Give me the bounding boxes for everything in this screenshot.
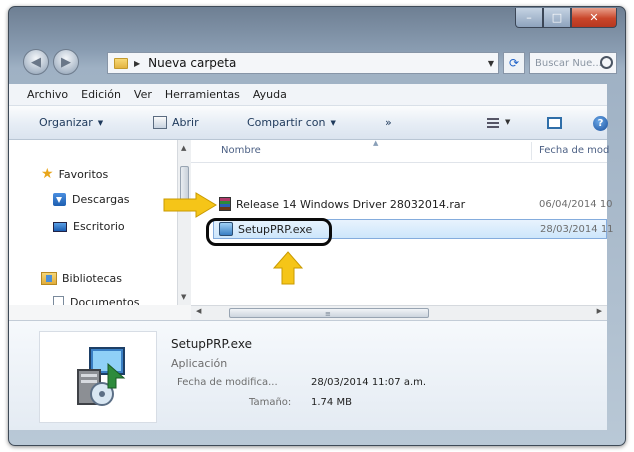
scroll-corner	[9, 305, 191, 320]
scroll-thumb[interactable]: ≡	[229, 308, 429, 318]
nav-label: Bibliotecas	[62, 272, 123, 285]
sort-indicator-icon: ▲	[373, 139, 379, 147]
menu-ver[interactable]: Ver	[134, 88, 152, 101]
more-commands-button[interactable]: »	[385, 116, 392, 129]
folder-icon	[114, 57, 128, 69]
details-size-value: 1.74 MB	[311, 397, 352, 408]
nav-item-libraries[interactable]: Bibliotecas	[41, 272, 122, 285]
chevron-down-icon[interactable]: ▼	[488, 59, 494, 68]
downloads-icon	[53, 193, 66, 206]
open-icon	[153, 116, 167, 129]
chevron-down-icon: ▼	[330, 118, 336, 127]
details-modified-value: 28/03/2014 11:07 a.m.	[311, 377, 427, 388]
back-button[interactable]: ◀	[23, 49, 49, 75]
address-bar[interactable]: ▶ Nueva carpeta ▼	[107, 52, 499, 74]
share-button[interactable]: Compartir con ▼	[247, 116, 336, 129]
details-size-label: Tamaño:	[249, 397, 292, 408]
nav-label: Escritorio	[73, 220, 125, 233]
navigation-pane: ★ Favoritos Descargas Escritorio Bibliot…	[9, 140, 191, 309]
menu-ayuda[interactable]: Ayuda	[253, 88, 287, 101]
menu-archivo[interactable]: Archivo	[27, 88, 68, 101]
file-date: 06/04/2014 10	[539, 198, 613, 210]
search-icon[interactable]	[600, 56, 613, 69]
maximize-button[interactable]: □	[543, 8, 571, 28]
preview-pane-icon[interactable]	[547, 117, 562, 129]
star-icon: ★	[41, 166, 54, 182]
nav-item-favorites[interactable]: ★ Favoritos	[41, 166, 108, 182]
navigation-row: ◀ ▶ ▶ Nueva carpeta ▼ ⟳ Buscar Nue...	[19, 47, 617, 77]
search-input[interactable]: Buscar Nue...	[529, 52, 617, 74]
nav-label: Favoritos	[58, 167, 109, 181]
minimize-button[interactable]: –	[515, 8, 543, 28]
address-path[interactable]: Nueva carpeta	[148, 56, 236, 70]
details-file-name: SetupPRP.exe	[171, 337, 252, 351]
desktop-icon	[53, 221, 67, 232]
open-button[interactable]: Abrir	[153, 116, 199, 129]
close-button[interactable]: ✕	[571, 8, 617, 28]
nav-item-downloads[interactable]: Descargas	[53, 193, 130, 206]
nav-label: Descargas	[72, 193, 130, 206]
file-name: Release 14 Windows Driver 28032014.rar	[236, 197, 466, 211]
nav-item-desktop[interactable]: Escritorio	[53, 220, 125, 233]
chevron-down-icon[interactable]: ▼	[505, 118, 510, 126]
chevron-right-icon[interactable]: ▶	[134, 59, 140, 68]
menu-edicion[interactable]: Edición	[81, 88, 121, 101]
file-row[interactable]: Release 14 Windows Driver 28032014.rar 0…	[213, 194, 613, 214]
scroll-down-icon[interactable]: ▼	[181, 293, 186, 301]
command-bar: Organizar ▼ Abrir Compartir con ▼ » ▼ ?	[9, 106, 608, 140]
view-options-icon[interactable]	[487, 118, 499, 128]
annotation-arrow-right-icon	[163, 192, 217, 218]
file-thumbnail	[39, 331, 157, 423]
share-label: Compartir con	[247, 116, 326, 129]
details-modified-label: Fecha de modifica...	[177, 377, 278, 388]
more-label: »	[385, 116, 392, 129]
details-file-type: Aplicación	[171, 357, 228, 370]
open-label: Abrir	[172, 116, 199, 129]
rar-archive-icon	[219, 197, 231, 211]
menu-bar: Archivo Edición Ver Herramientas Ayuda	[9, 84, 607, 106]
scroll-up-icon[interactable]: ▲	[181, 144, 186, 152]
column-name[interactable]: Nombre	[221, 145, 261, 156]
organize-label: Organizar	[39, 116, 93, 129]
details-pane: SetupPRP.exe Aplicación Fecha de modific…	[9, 320, 607, 430]
highlight-oval	[206, 218, 332, 246]
column-headers: ▲ Nombre Fecha de mod	[191, 139, 609, 163]
column-date[interactable]: Fecha de mod	[539, 145, 609, 156]
chevron-down-icon: ▼	[97, 118, 104, 127]
column-divider[interactable]	[531, 142, 532, 160]
menu-herramientas[interactable]: Herramientas	[165, 88, 240, 101]
nav-vertical-scrollbar[interactable]: ▲ ▼	[177, 140, 191, 305]
horizontal-scrollbar[interactable]: ◀ ≡ ▶	[191, 305, 607, 320]
libraries-icon	[41, 272, 57, 285]
scroll-left-icon[interactable]: ◀	[196, 307, 201, 315]
setup-installer-icon	[77, 347, 126, 406]
help-icon[interactable]: ?	[593, 116, 608, 131]
file-date: 28/03/2014 11	[540, 223, 614, 235]
annotation-arrow-up-icon	[272, 251, 304, 285]
forward-button[interactable]: ▶	[53, 49, 79, 75]
grip-icon: ≡	[325, 310, 331, 318]
refresh-button[interactable]: ⟳	[503, 52, 525, 74]
search-placeholder: Buscar Nue...	[535, 57, 602, 69]
window-controls: – □ ✕	[515, 8, 617, 30]
organize-button[interactable]: Organizar ▼	[39, 116, 103, 129]
scroll-right-icon[interactable]: ▶	[597, 307, 602, 315]
